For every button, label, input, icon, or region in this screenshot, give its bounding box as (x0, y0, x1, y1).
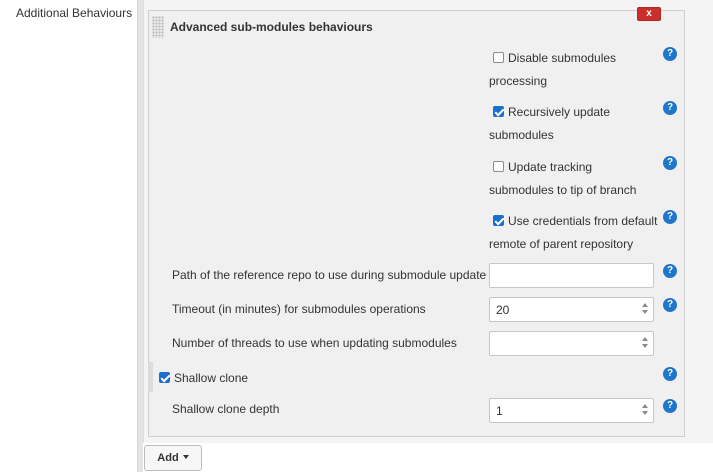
option-label-line2: submodules (489, 128, 554, 142)
shallow-clone-checkbox[interactable] (159, 372, 170, 383)
timeout-label: Timeout (in minutes) for submodules oper… (172, 302, 426, 316)
shallow-depth-input[interactable]: 1 (489, 398, 654, 423)
option-label-line1: Recursively update (508, 105, 611, 119)
shallow-clone-indent-bar (148, 362, 153, 392)
help-icon[interactable]: ? (663, 367, 677, 381)
option-label-line1: Update tracking (508, 160, 593, 174)
threads-label: Number of threads to use when updating s… (172, 336, 457, 350)
help-icon[interactable]: ? (663, 101, 677, 115)
reference-repo-input[interactable] (489, 263, 654, 288)
option-label-line2: submodules to tip of branch (489, 183, 637, 197)
help-icon[interactable]: ? (663, 298, 677, 312)
threads-input[interactable] (489, 331, 654, 356)
help-icon[interactable]: ? (663, 47, 677, 61)
help-icon[interactable]: ? (663, 264, 677, 278)
option-label-line1: Disable submodules (508, 51, 617, 65)
panel-title: Advanced sub-modules behaviours (170, 20, 373, 34)
option-label-line1: Use credentials from default (508, 214, 658, 228)
help-icon[interactable]: ? (663, 210, 677, 224)
shallow-depth-value: 1 (496, 404, 503, 418)
spinner-icon[interactable] (640, 336, 649, 351)
shallow-clone-option[interactable]: Shallow clone (156, 371, 248, 385)
drag-handle-icon[interactable] (152, 16, 164, 38)
use-credentials-option[interactable]: Use credentials from default remote of p… (489, 210, 659, 256)
recursively-update-checkbox[interactable] (493, 106, 504, 117)
add-button-label: Add (157, 452, 179, 464)
use-credentials-checkbox[interactable] (493, 215, 504, 226)
disable-submodules-checkbox[interactable] (493, 52, 504, 63)
option-label-line2: remote of parent repository (489, 237, 634, 251)
option-label-line2: processing (489, 74, 548, 88)
update-tracking-option[interactable]: Update tracking submodules to tip of bra… (489, 156, 659, 202)
recursively-update-option[interactable]: Recursively update submodules (489, 101, 659, 147)
help-icon[interactable]: ? (663, 156, 677, 170)
timeout-input[interactable]: 20 (489, 297, 654, 322)
help-icon[interactable]: ? (663, 399, 677, 413)
timeout-value: 20 (496, 303, 510, 317)
shallow-clone-label: Shallow clone (174, 371, 249, 385)
spinner-icon[interactable] (640, 403, 649, 418)
add-behaviour-button[interactable]: Add (144, 445, 202, 471)
additional-behaviours-label: Additional Behaviours (16, 6, 133, 20)
reference-repo-label: Path of the reference repo to use during… (172, 268, 487, 282)
shallow-depth-label: Shallow clone depth (172, 402, 280, 416)
close-panel-button[interactable]: x (637, 7, 661, 21)
disable-submodules-option[interactable]: Disable submodules processing (489, 47, 659, 93)
update-tracking-checkbox[interactable] (493, 161, 504, 172)
spinner-icon[interactable] (640, 302, 649, 317)
caret-down-icon (182, 455, 189, 459)
